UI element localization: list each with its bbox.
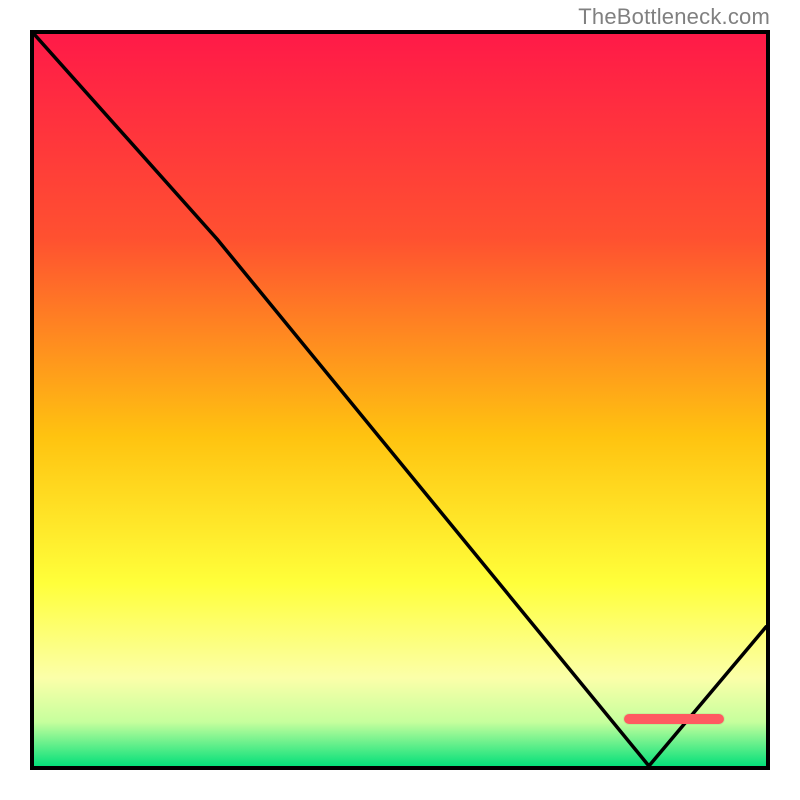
- plot-area: [30, 30, 770, 770]
- attribution-text: TheBottleneck.com: [578, 4, 770, 30]
- chart-container: TheBottleneck.com: [0, 0, 800, 800]
- gradient-background: [34, 34, 766, 766]
- chart-svg: [34, 34, 766, 766]
- legend-marker: [624, 714, 724, 724]
